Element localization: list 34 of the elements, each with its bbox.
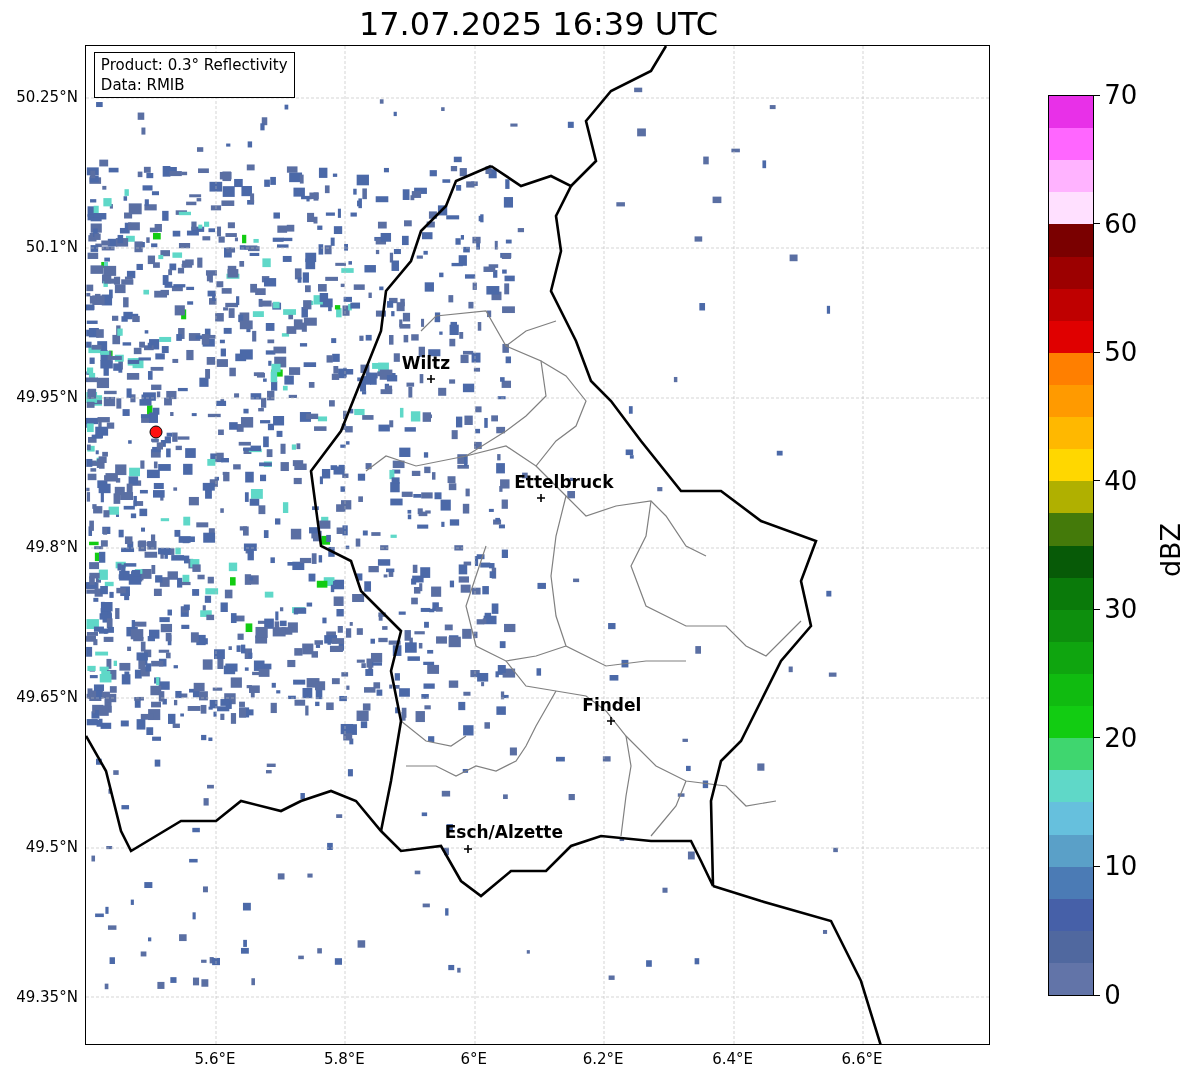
longitude-label: 6.4°E [712, 1050, 753, 1068]
city-label: Ettelbruck [514, 472, 614, 492]
legend-text: Product: 0.3° Reflectivity [100, 55, 288, 75]
colorbar-tick-label: 20 [1104, 722, 1138, 753]
city-label: Findel [582, 695, 642, 715]
longitude-label: 6.6°E [841, 1050, 883, 1068]
radar-site-icon [148, 425, 163, 439]
latitude-label: 49.35°N [16, 988, 78, 1006]
latitude-label: 50.1°N [25, 238, 78, 256]
latitude-label: 49.8°N [25, 538, 78, 556]
latitude-label: 49.65°N [16, 688, 78, 706]
city-marker-icon [426, 375, 435, 383]
colorbar-tick-label: 60 [1104, 208, 1138, 239]
chart-title: 17.07.2025 16:39 UTC [358, 4, 719, 45]
city-marker-icon [606, 717, 615, 725]
colorbar-tick-label: 50 [1104, 337, 1138, 368]
longitude-label: 6°E [460, 1050, 488, 1068]
colorbar-title: dBZ [1156, 522, 1184, 578]
colorbar-tick-label: 0 [1104, 980, 1121, 1010]
longitude-label: 5.6°E [194, 1050, 236, 1068]
colorbar-tick-label: 30 [1104, 594, 1138, 625]
latitude-label: 50.25°N [16, 88, 78, 106]
city-label: Esch/Alzette [444, 822, 563, 842]
colorbar-tick-label: 40 [1104, 465, 1138, 496]
longitude-label: 6.2°E [582, 1050, 624, 1068]
latitude-label: 49.95°N [16, 388, 78, 406]
city-marker-icon [536, 494, 545, 502]
latitude-label: 49.5°N [25, 838, 78, 856]
city-label: Wiltz [401, 353, 451, 373]
legend-text: Data: RMIB [100, 75, 186, 95]
city-marker-icon [463, 845, 472, 853]
longitude-label: 5.8°E [323, 1050, 365, 1068]
colorbar-tick-label: 10 [1104, 851, 1138, 882]
colorbar-tick-label: 70 [1104, 80, 1138, 110]
